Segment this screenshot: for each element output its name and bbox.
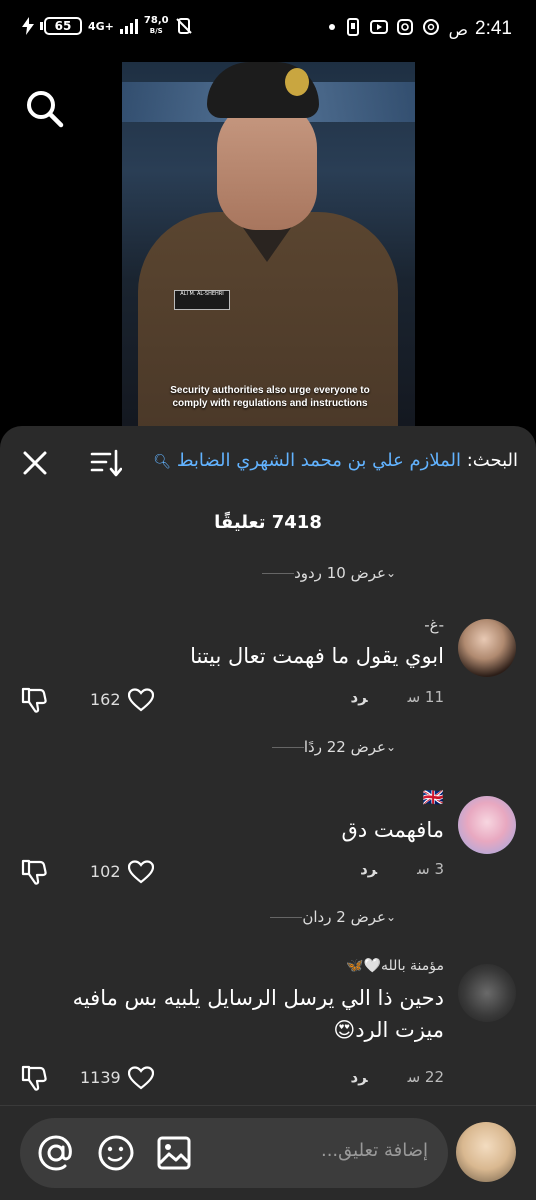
search-label: البحث: (466, 450, 518, 471)
replies-divider-line (262, 572, 295, 574)
avatar[interactable] (458, 796, 516, 854)
view-replies-link[interactable]: عرض 22 ردًا ⌄ (262, 738, 402, 756)
status-time: 2:41 (475, 18, 512, 39)
video-player[interactable]: ALI M. AL-SHEHRI Security authorities al… (122, 62, 415, 426)
net-speed-unit: B/S (149, 27, 163, 35)
video-area: ALI M. AL-SHEHRI Security authorities al… (0, 60, 536, 426)
reply-button[interactable]: رد (351, 1068, 368, 1086)
status-left-icons: 65 4G+ 78,0 B/S (22, 16, 193, 36)
network-type: 4G+ (88, 19, 114, 33)
replies-divider-line (271, 746, 304, 748)
input-divider (0, 1105, 536, 1106)
heart-icon[interactable] (128, 688, 154, 712)
like-count: 1139 (80, 1068, 121, 1087)
view-replies-link[interactable]: عرض 10 ردود ⌄ (252, 564, 402, 582)
dislike-icon[interactable] (20, 1064, 48, 1092)
view-replies-label: عرض 22 ردًا (303, 738, 386, 756)
comment-meta: 11 س رد (351, 688, 444, 706)
view-replies-link[interactable]: عرض 2 ردان ⌄ (260, 908, 402, 926)
close-icon[interactable] (22, 450, 48, 476)
sort-icon[interactable] (90, 448, 122, 478)
avatar[interactable] (458, 964, 516, 1022)
threads-icon (423, 19, 439, 35)
vibrate-off-icon (175, 18, 192, 34)
notification-icons (328, 18, 440, 36)
comment-text: مافهمت دق (341, 818, 444, 842)
dislike-icon[interactable] (20, 686, 48, 714)
comments-count: 7418 تعليقًا (214, 512, 322, 533)
comment-meta: 22 س رد (351, 1068, 444, 1086)
emoji-sticker-icon[interactable] (96, 1133, 136, 1173)
heart-icon[interactable] (128, 1066, 154, 1090)
net-speed-value: 78,0 (143, 15, 169, 26)
battery-icon: 65 (40, 17, 82, 35)
comment-time: 11 س (407, 688, 444, 706)
search-title[interactable]: البحث: الملازم علي بن محمد الشهري الضابط… (153, 450, 518, 471)
comment-input-bar[interactable]: إضافة تعليق... (20, 1118, 448, 1188)
comment-text: دحين ذا الي يرسل الرسايل يلبيه بس مافيه … (72, 986, 444, 1042)
comment-author[interactable]: -غ- (424, 616, 444, 634)
mention-icon[interactable] (36, 1133, 76, 1173)
sheet-header: البحث: الملازم علي بن محمد الشهري الضابط… (0, 426, 536, 498)
heart-icon[interactable] (128, 860, 154, 884)
reply-button[interactable]: رد (360, 860, 377, 878)
small-search-icon: 🔍︎ (153, 454, 172, 470)
comment-time: 22 س (407, 1068, 444, 1086)
status-ampm: ص (448, 20, 468, 39)
dislike-icon[interactable] (20, 858, 48, 886)
dot-notification-icon (329, 24, 335, 30)
comments-sheet: البحث: الملازم علي بن محمد الشهري الضابط… (0, 426, 536, 1200)
my-avatar[interactable] (456, 1122, 516, 1182)
view-replies-label: عرض 10 ردود (294, 564, 386, 582)
instagram-icon (397, 19, 413, 35)
image-icon[interactable] (154, 1133, 194, 1173)
search-icon[interactable] (24, 88, 64, 128)
like-count: 102 (90, 862, 121, 881)
avatar[interactable] (458, 619, 516, 677)
comment-text: ابوي يقول ما فهمت تعال بيتنا (190, 644, 444, 668)
chevron-down-icon: ⌄ (385, 740, 396, 754)
reply-button[interactable]: رد (351, 688, 368, 706)
phone-notification-icon (347, 18, 359, 36)
uniform-name-tag: ALI M. AL-SHEHRI (174, 290, 230, 310)
battery-level: 65 (44, 17, 82, 35)
chevron-down-icon: ⌄ (385, 566, 396, 580)
video-caption: Security authorities also urge everyone … (170, 385, 370, 409)
net-speed: 78,0 B/S (144, 16, 169, 36)
comment-author[interactable]: 🇬🇧 (423, 788, 444, 808)
charging-bolt-icon (22, 17, 34, 35)
replies-divider-line (270, 916, 303, 918)
youtube-icon (370, 20, 388, 34)
search-query-link[interactable]: الملازم علي بن محمد الشهري الضابط (177, 450, 461, 471)
like-count: 162 (90, 690, 121, 709)
beret-badge-icon (285, 68, 309, 96)
view-replies-label: عرض 2 ردان (302, 908, 386, 926)
status-bar: 65 4G+ 78,0 B/S ص 2:41 (0, 0, 536, 60)
officer-face (217, 100, 317, 230)
signal-icon (119, 18, 138, 34)
comment-author[interactable]: مؤمنة بالله🤍🦋 (346, 958, 444, 974)
comment-input-placeholder[interactable]: إضافة تعليق... (321, 1140, 428, 1161)
chevron-down-icon: ⌄ (385, 910, 396, 924)
comment-time: 3 س (417, 860, 444, 878)
comment-meta: 3 س رد (360, 860, 444, 878)
